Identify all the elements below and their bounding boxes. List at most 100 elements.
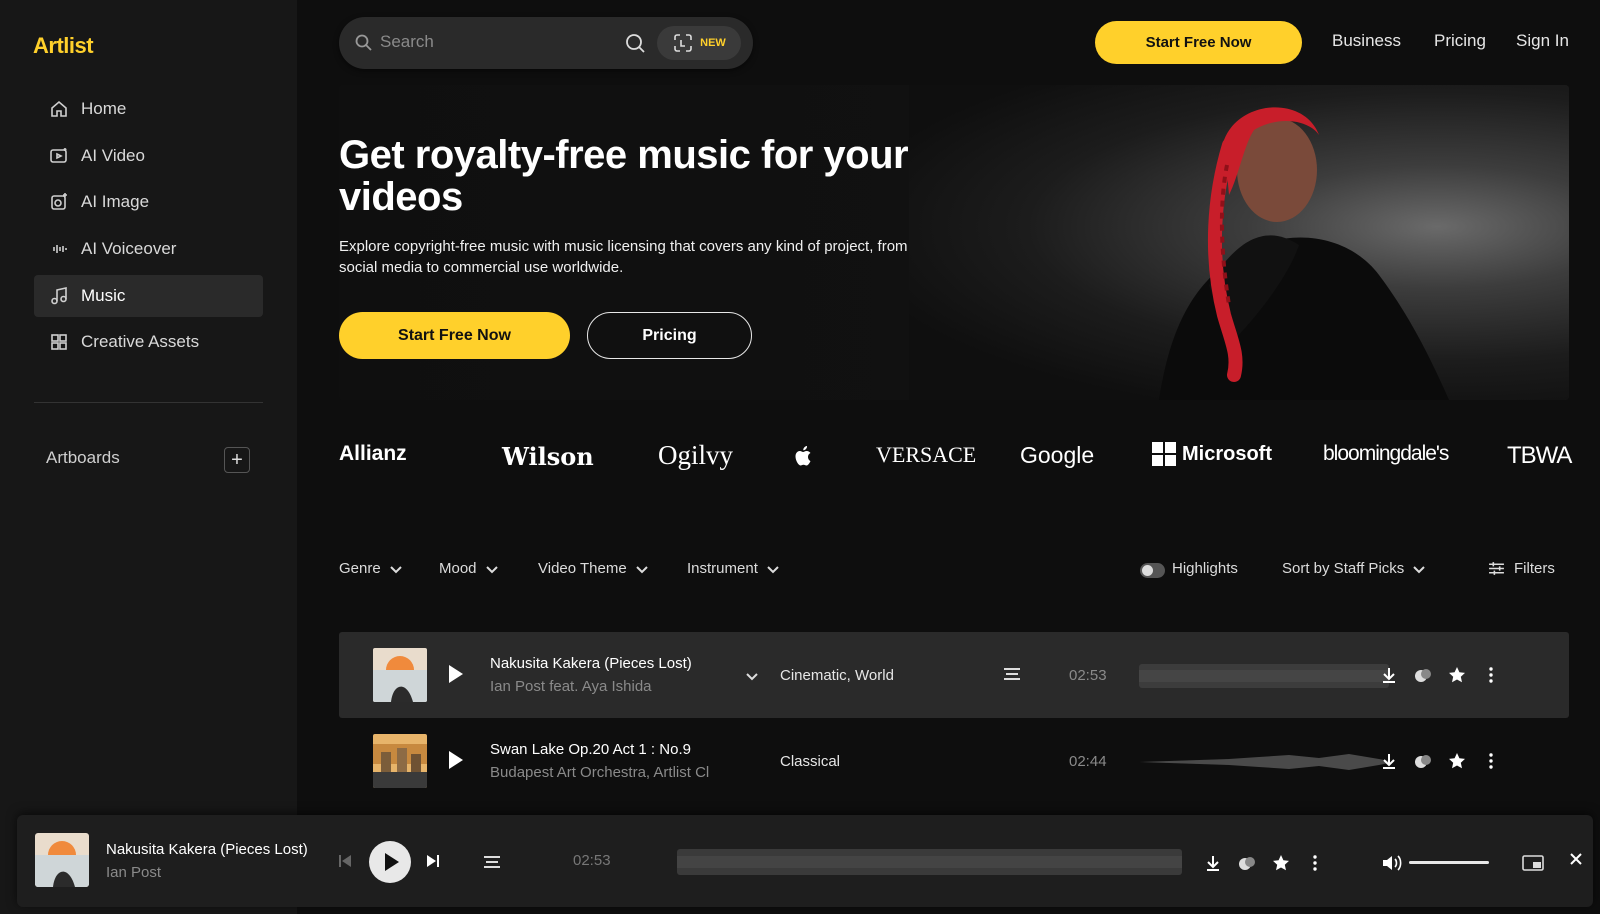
brand-logo-allianz: Allianz: [339, 442, 407, 465]
music-player: Nakusita Kakera (Pieces Lost) Ian Post 0…: [17, 815, 1593, 907]
player-waveform[interactable]: [677, 841, 1182, 883]
nav-link-pricing[interactable]: Pricing: [1434, 31, 1486, 51]
track-genre[interactable]: Classical: [780, 753, 840, 770]
brand-logo-tbwa: TBWA: [1507, 442, 1572, 469]
star-icon[interactable]: [1271, 853, 1291, 873]
chevron-down-icon[interactable]: [745, 669, 759, 683]
track-cover: [373, 734, 427, 788]
download-icon[interactable]: [1203, 853, 1223, 873]
mini-player-icon[interactable]: [1521, 853, 1545, 873]
sidebar-item-music[interactable]: Music: [34, 274, 263, 317]
artlist-logo[interactable]: Artlist: [33, 33, 94, 59]
player-cover: [35, 833, 89, 887]
star-icon[interactable]: [1447, 751, 1467, 771]
sidebar-item-ai-voiceover[interactable]: AI Voiceover: [34, 228, 263, 270]
filter-label: Video Theme: [538, 560, 627, 577]
track-duration: 02:53: [1069, 667, 1107, 684]
sidebar-item-label: Home: [81, 99, 127, 118]
player-play-button[interactable]: [369, 841, 411, 883]
sidebar-divider: [34, 402, 263, 403]
play-icon[interactable]: [449, 751, 463, 769]
volume-slider[interactable]: [1409, 861, 1489, 864]
highlights-toggle[interactable]: [1140, 563, 1165, 578]
download-icon[interactable]: [1379, 665, 1399, 685]
track-artist[interactable]: Budapest Art Orchestra, Artlist Cl: [490, 764, 709, 781]
filter-label: Highlights: [1172, 560, 1238, 577]
track-duration: 02:44: [1069, 753, 1107, 770]
brand-logo-bloomingdales: bloomingdale's: [1323, 442, 1449, 465]
track-waveform[interactable]: [1139, 742, 1389, 782]
play-icon[interactable]: [449, 665, 463, 683]
more-options-icon[interactable]: [1481, 751, 1501, 771]
volume-icon[interactable]: [1381, 853, 1403, 873]
search-bar[interactable]: Search NEW: [339, 17, 753, 69]
filter-genre[interactable]: Genre: [339, 560, 403, 577]
hero-start-free-button[interactable]: Start Free Now: [339, 312, 570, 359]
artboards-label: Artboards: [46, 448, 120, 467]
hero-image: [909, 85, 1569, 400]
more-options-icon[interactable]: [1481, 665, 1501, 685]
filter-label: Genre: [339, 560, 381, 577]
visual-search-button[interactable]: NEW: [657, 26, 741, 60]
app-root: Artlist Home AI Video AI Image AI Voiceo…: [0, 0, 1600, 914]
close-icon[interactable]: [1568, 851, 1584, 867]
chevron-down-icon: [389, 565, 402, 573]
track-genre[interactable]: Cinematic, World: [780, 667, 894, 684]
add-artboard-button[interactable]: +: [224, 447, 250, 473]
stems-icon[interactable]: [483, 854, 501, 870]
chevron-down-icon: [635, 565, 648, 573]
previous-icon[interactable]: [337, 853, 353, 869]
more-options-icon[interactable]: [1305, 853, 1325, 873]
similar-icon[interactable]: [1413, 665, 1433, 685]
search-icon: [355, 34, 372, 51]
sidebar-item-ai-image[interactable]: AI Image: [34, 181, 263, 223]
next-icon[interactable]: [425, 853, 441, 869]
sort-dropdown[interactable]: Sort by Staff Picks: [1282, 560, 1426, 577]
header-start-free-button[interactable]: Start Free Now: [1095, 21, 1302, 64]
track-title[interactable]: Nakusita Kakera (Pieces Lost): [490, 655, 692, 672]
track-title[interactable]: Swan Lake Op.20 Act 1 : No.9: [490, 741, 691, 758]
sliders-icon: [1489, 562, 1504, 575]
download-icon[interactable]: [1379, 751, 1399, 771]
nav-link-sign-in[interactable]: Sign In: [1516, 31, 1569, 51]
brand-logo-ogilvy: Ogilvy: [658, 440, 734, 470]
chevron-down-icon: [1413, 565, 1425, 573]
hero-subtitle: Explore copyright-free music with music …: [339, 238, 908, 276]
player-track-title[interactable]: Nakusita Kakera (Pieces Lost): [106, 841, 308, 858]
filter-instrument[interactable]: Instrument: [687, 560, 780, 577]
similar-icon[interactable]: [1237, 853, 1257, 873]
brand-logo-wilson: Wilson: [502, 442, 594, 471]
track-waveform[interactable]: [1139, 656, 1389, 696]
sidebar: Artlist Home AI Video AI Image AI Voiceo…: [0, 0, 297, 914]
grid-icon: [49, 332, 69, 352]
nav-link-business[interactable]: Business: [1332, 31, 1401, 51]
brand-logo-google: Google: [1020, 442, 1095, 468]
search-input[interactable]: Search: [380, 32, 434, 52]
star-icon[interactable]: [1447, 665, 1467, 685]
filters-button[interactable]: Filters: [1488, 560, 1555, 577]
search-submit-icon[interactable]: [623, 31, 647, 55]
filter-mood[interactable]: Mood: [439, 560, 499, 577]
sidebar-item-label: AI Video: [81, 145, 145, 165]
music-note-icon: [49, 286, 69, 306]
brand-label: Microsoft: [1182, 442, 1272, 465]
sidebar-item-label: AI Image: [81, 192, 150, 212]
highlights-label: Highlights: [1172, 560, 1238, 577]
ai-image-icon: [49, 192, 69, 212]
stems-icon[interactable]: [1003, 666, 1021, 682]
player-track-artist[interactable]: Ian Post: [106, 864, 161, 881]
track-artist[interactable]: Ian Post feat. Aya Ishida: [490, 678, 652, 695]
sidebar-item-home[interactable]: Home: [34, 88, 263, 130]
player-duration: 02:53: [573, 852, 611, 869]
hero-pricing-button[interactable]: Pricing: [587, 312, 752, 359]
filter-label: Instrument: [687, 560, 758, 577]
filter-video-theme[interactable]: Video Theme: [538, 560, 649, 577]
sidebar-nav: Home AI Video AI Image AI Voiceover Musi…: [34, 88, 263, 368]
track-row[interactable]: Nakusita Kakera (Pieces Lost) Ian Post f…: [339, 632, 1569, 718]
track-row[interactable]: Swan Lake Op.20 Act 1 : No.9 Budapest Ar…: [339, 718, 1569, 804]
similar-icon[interactable]: [1413, 751, 1433, 771]
sidebar-item-ai-video[interactable]: AI Video: [34, 135, 263, 177]
microsoft-icon: [1152, 442, 1176, 466]
sidebar-item-creative-assets[interactable]: Creative Assets: [34, 321, 263, 363]
scan-icon: [674, 34, 692, 52]
